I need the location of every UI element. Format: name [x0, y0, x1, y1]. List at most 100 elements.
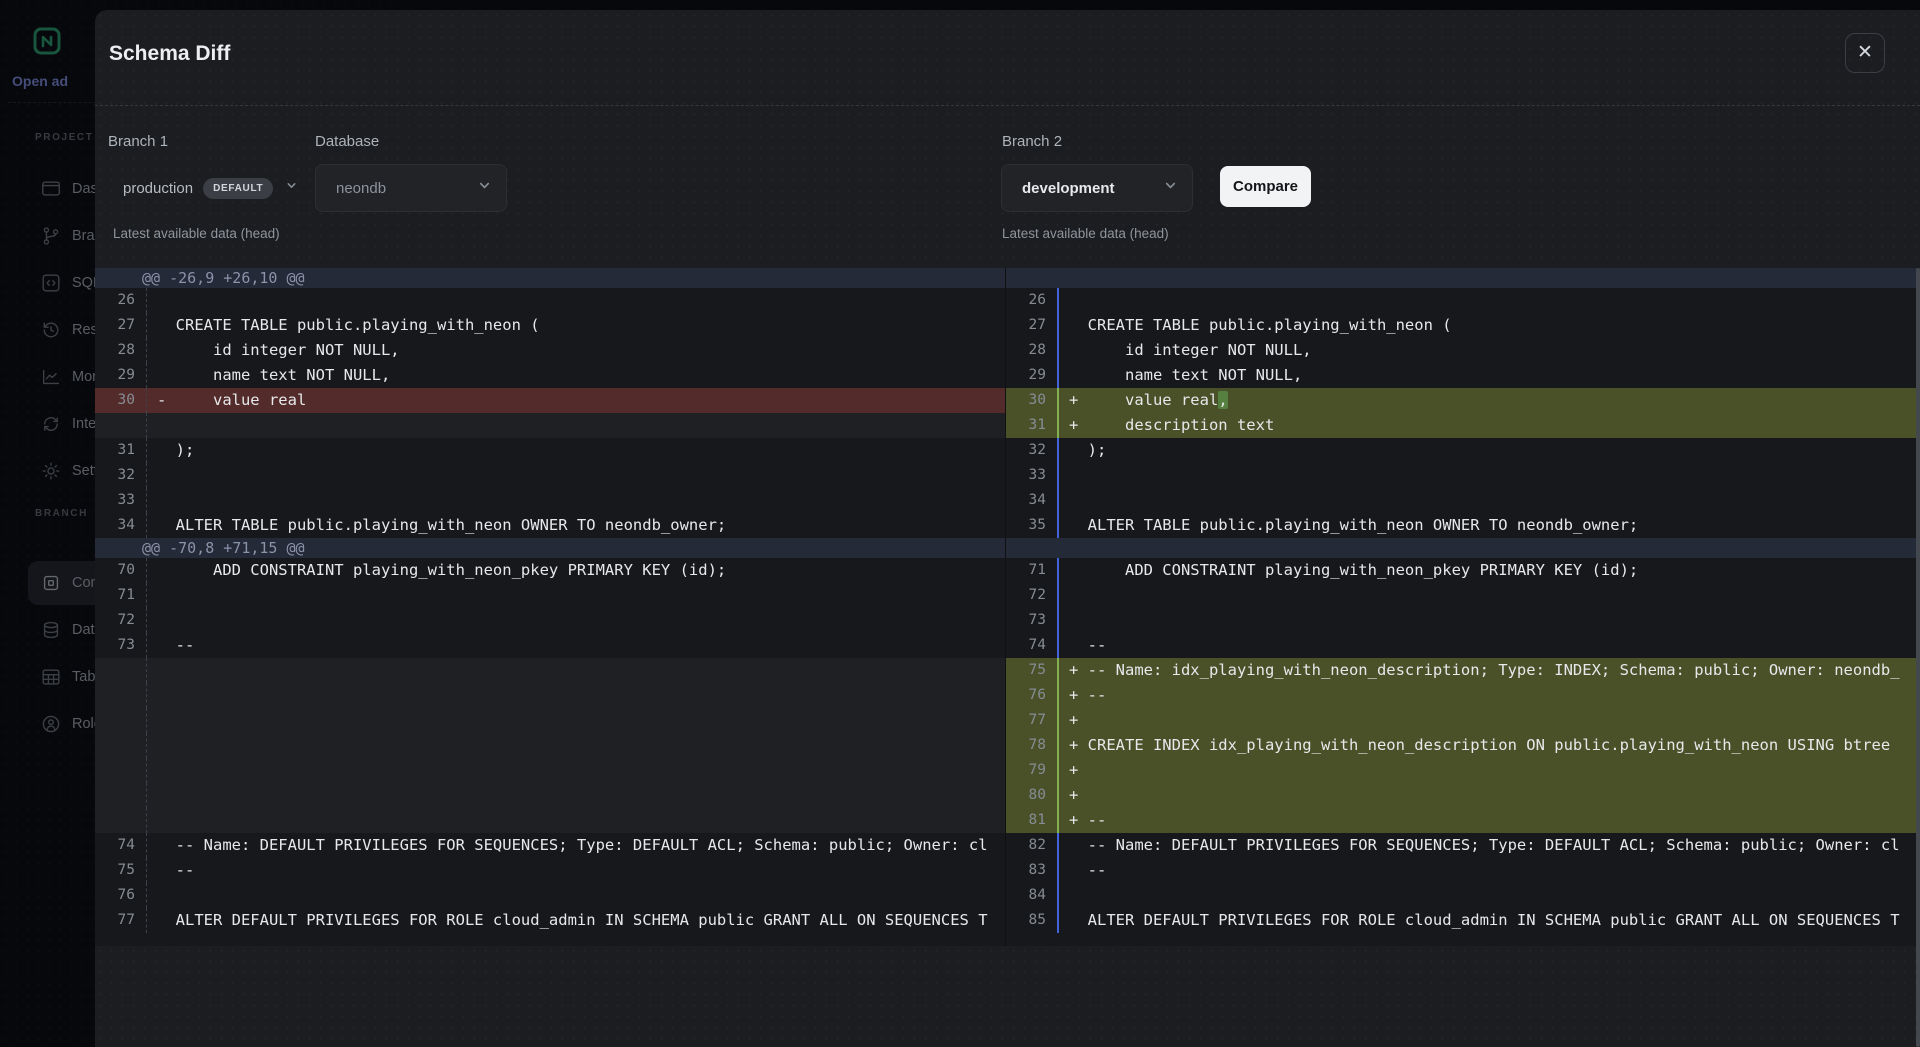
- page-scrollbar[interactable]: [1916, 268, 1920, 1047]
- code-line: +--: [1059, 683, 1920, 708]
- line-number: 78: [1006, 733, 1057, 758]
- diff-row: 78+CREATE INDEX idx_playing_with_neon_de…: [1006, 733, 1920, 758]
- line-number: 81: [1006, 808, 1057, 833]
- diff-row: 83--: [1006, 858, 1920, 883]
- line-number: [95, 808, 146, 833]
- diff-pane-branch2: 2627CREATE TABLE public.playing_with_neo…: [1005, 268, 1920, 946]
- code-line: ALTER DEFAULT PRIVILEGES FOR ROLE cloud_…: [147, 908, 1005, 933]
- diff-row: 27CREATE TABLE public.playing_with_neon …: [95, 313, 1005, 338]
- code-line: ALTER DEFAULT PRIVILEGES FOR ROLE cloud_…: [1059, 908, 1920, 933]
- database-select[interactable]: neondb: [315, 164, 507, 212]
- diff-row: 70 ADD CONSTRAINT playing_with_neon_pkey…: [95, 558, 1005, 583]
- code-line: - value real: [147, 388, 1005, 413]
- diff-row: 26: [95, 288, 1005, 313]
- code-line: id integer NOT NULL,: [1059, 338, 1920, 363]
- diff-row: 76: [95, 883, 1005, 908]
- diff-row: 80 +: [1006, 783, 1920, 808]
- line-number: 70: [95, 558, 146, 583]
- diff-row: 76+--: [1006, 683, 1920, 708]
- diff-row: 79+: [1006, 758, 1920, 783]
- diff-row: 34: [1006, 488, 1920, 513]
- page: Open ad PROJECTDashboardBranchesSQL Edit…: [0, 0, 1920, 1047]
- line-number: 30: [1006, 388, 1057, 413]
- branch2-label: Branch 2: [1002, 133, 1062, 150]
- line-number: 84: [1006, 883, 1057, 908]
- diff-row: 32);: [1006, 438, 1920, 463]
- close-icon: ✕: [1857, 42, 1873, 63]
- diff-marker: +: [1069, 783, 1088, 808]
- line-number: 77: [1006, 708, 1057, 733]
- code-line: [147, 733, 1005, 758]
- line-number: 34: [95, 513, 146, 538]
- diff-row: 30- value real: [95, 388, 1005, 413]
- line-number: 73: [95, 633, 146, 658]
- line-number: [95, 413, 146, 438]
- code-line: +: [1059, 708, 1920, 733]
- code-line: [147, 488, 1005, 513]
- line-number: 32: [95, 463, 146, 488]
- branch2-select[interactable]: development: [1001, 164, 1193, 212]
- hunk-header-text: @@ -70,8 +71,15 @@: [95, 538, 305, 558]
- hunk-header-text: [1006, 538, 1053, 558]
- code-line: --: [1059, 633, 1920, 658]
- line-number: 85: [1006, 908, 1057, 933]
- diff-row: 31);: [95, 438, 1005, 463]
- code-line: --: [147, 858, 1005, 883]
- diff-row: 74--: [1006, 633, 1920, 658]
- line-number: 31: [1006, 413, 1057, 438]
- line-number: [95, 758, 146, 783]
- line-number: 80: [1006, 783, 1057, 808]
- code-line: -- Name: DEFAULT PRIVILEGES FOR SEQUENCE…: [147, 833, 1005, 858]
- chevron-down-icon: [285, 179, 298, 197]
- branch1-select[interactable]: production DEFAULT: [103, 164, 312, 212]
- default-badge: DEFAULT: [203, 178, 273, 199]
- compare-button[interactable]: Compare: [1220, 166, 1311, 207]
- diff-row: 27CREATE TABLE public.playing_with_neon …: [1006, 313, 1920, 338]
- schema-diff-modal: Schema Diff ✕ Branch 1 Database Branch 2…: [95, 10, 1920, 1047]
- line-number: 30: [95, 388, 146, 413]
- diff-row: [95, 783, 1005, 808]
- hunk-header-text: @@ -26,9 +26,10 @@: [95, 268, 305, 288]
- line-number: 72: [1006, 583, 1057, 608]
- hunk-header-row: [1006, 268, 1920, 288]
- code-line: CREATE TABLE public.playing_with_neon (: [1059, 313, 1920, 338]
- diff-row: 72: [1006, 583, 1920, 608]
- line-number: 75: [95, 858, 146, 883]
- diff-row: 75--: [95, 858, 1005, 883]
- line-number: 32: [1006, 438, 1057, 463]
- diff-marker: +: [1069, 733, 1088, 758]
- code-line: CREATE TABLE public.playing_with_neon (: [147, 313, 1005, 338]
- line-number: 35: [1006, 513, 1057, 538]
- diff-marker: +: [1069, 388, 1088, 413]
- line-number: [95, 658, 146, 683]
- diff-row: 73--: [95, 633, 1005, 658]
- line-number: 26: [1006, 288, 1057, 313]
- code-line: [147, 583, 1005, 608]
- word-diff-highlight: ,: [1218, 391, 1227, 409]
- code-line: ADD CONSTRAINT playing_with_neon_pkey PR…: [147, 558, 1005, 583]
- line-number: 77: [95, 908, 146, 933]
- diff-row: [95, 708, 1005, 733]
- line-number: 71: [1006, 558, 1057, 583]
- code-line: id integer NOT NULL,: [147, 338, 1005, 363]
- line-number: 27: [1006, 313, 1057, 338]
- branch1-value: production: [123, 180, 193, 197]
- code-line: ADD CONSTRAINT playing_with_neon_pkey PR…: [1059, 558, 1920, 583]
- diff-row: 33: [1006, 463, 1920, 488]
- diff-row: 71 ADD CONSTRAINT playing_with_neon_pkey…: [1006, 558, 1920, 583]
- diff-row: [95, 733, 1005, 758]
- diff-row: 72: [95, 608, 1005, 633]
- diff-row: 28 id integer NOT NULL,: [95, 338, 1005, 363]
- diff-row: 26: [1006, 288, 1920, 313]
- diff-row: 30+ value real,: [1006, 388, 1920, 413]
- close-button[interactable]: ✕: [1845, 33, 1885, 73]
- line-number: [95, 708, 146, 733]
- diff-row: 29 name text NOT NULL,: [95, 363, 1005, 388]
- diff-marker: +: [1069, 808, 1088, 833]
- line-number: 74: [95, 833, 146, 858]
- code-line: [147, 288, 1005, 313]
- diff-row: 71: [95, 583, 1005, 608]
- code-line: [1059, 288, 1920, 313]
- modal-title: Schema Diff: [109, 42, 230, 66]
- chevron-down-icon: [477, 178, 492, 198]
